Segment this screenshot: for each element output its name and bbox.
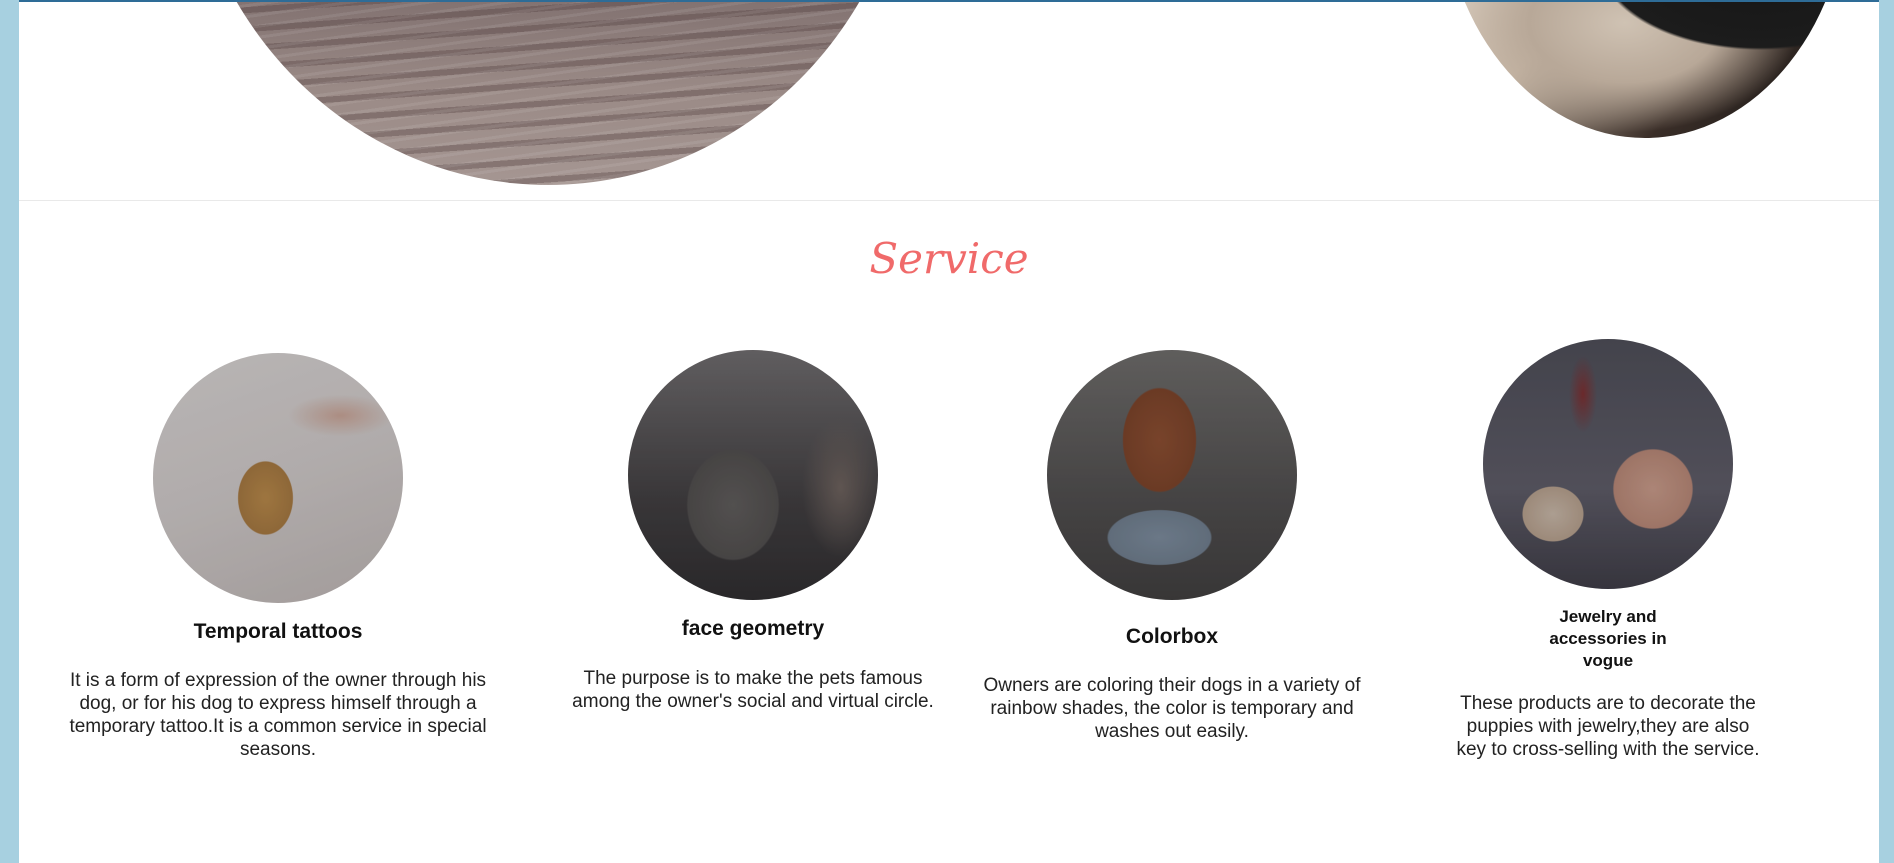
service-title: Jewelry and accessories in vogue (1549, 607, 1667, 670)
service-photo-poodle-grooming (628, 350, 878, 600)
hero-image-pet (1441, 2, 1849, 138)
service-title: Temporal tattoos (193, 620, 363, 643)
hero-image-water (183, 2, 913, 185)
section-divider (19, 200, 1879, 201)
service-photo-cat-grooming (1483, 339, 1733, 589)
page: Service Temporal tattoos It is a form of… (19, 0, 1879, 863)
service-description: The purpose is to make the pets famous a… (572, 668, 934, 712)
service-photo-dog-tattoo (153, 353, 403, 603)
service-description: Owners are coloring their dogs in a vari… (983, 675, 1361, 742)
service-description: These products are to decorate the puppi… (1456, 693, 1760, 760)
service-section-title: Service (869, 234, 1029, 283)
service-title: face geometry (681, 617, 825, 640)
service-description: It is a form of expression of the owner … (69, 670, 487, 760)
service-photo-dog-drying (1047, 350, 1297, 600)
service-title: Colorbox (1125, 625, 1219, 648)
